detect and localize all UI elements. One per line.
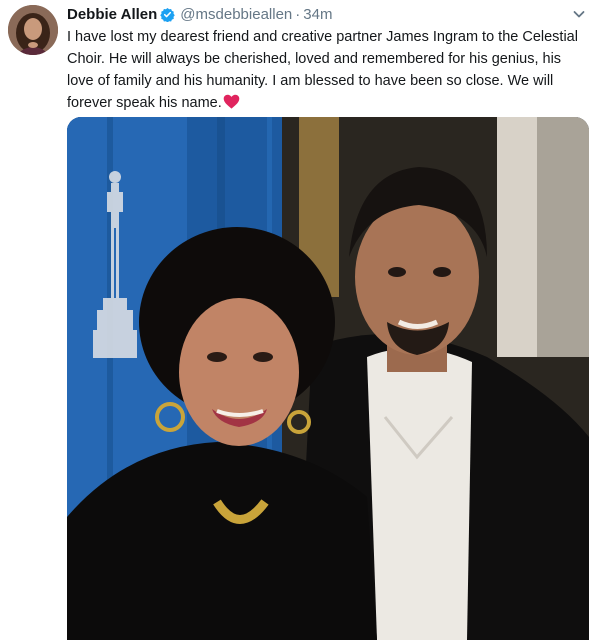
tweet-text: I have lost my dearest friend and creati… [67, 29, 578, 111]
tweet-photo[interactable] [67, 117, 589, 640]
tweet-timestamp[interactable]: 34m [303, 6, 332, 23]
author-avatar[interactable] [8, 5, 58, 55]
chevron-down-icon[interactable] [571, 6, 587, 22]
tweet: Debbie Allen @msdebbieallen · 34m I have… [0, 0, 597, 640]
tweet-text-block: I have lost my dearest friend and creati… [67, 26, 587, 114]
author-name[interactable]: Debbie Allen [67, 6, 157, 23]
red-heart-emoji-icon [223, 94, 240, 109]
separator-dot: · [295, 5, 301, 23]
verified-badge-icon [160, 7, 176, 22]
tweet-header: Debbie Allen @msdebbieallen · 34m [67, 4, 332, 24]
author-handle[interactable]: @msdebbieallen [180, 6, 292, 23]
